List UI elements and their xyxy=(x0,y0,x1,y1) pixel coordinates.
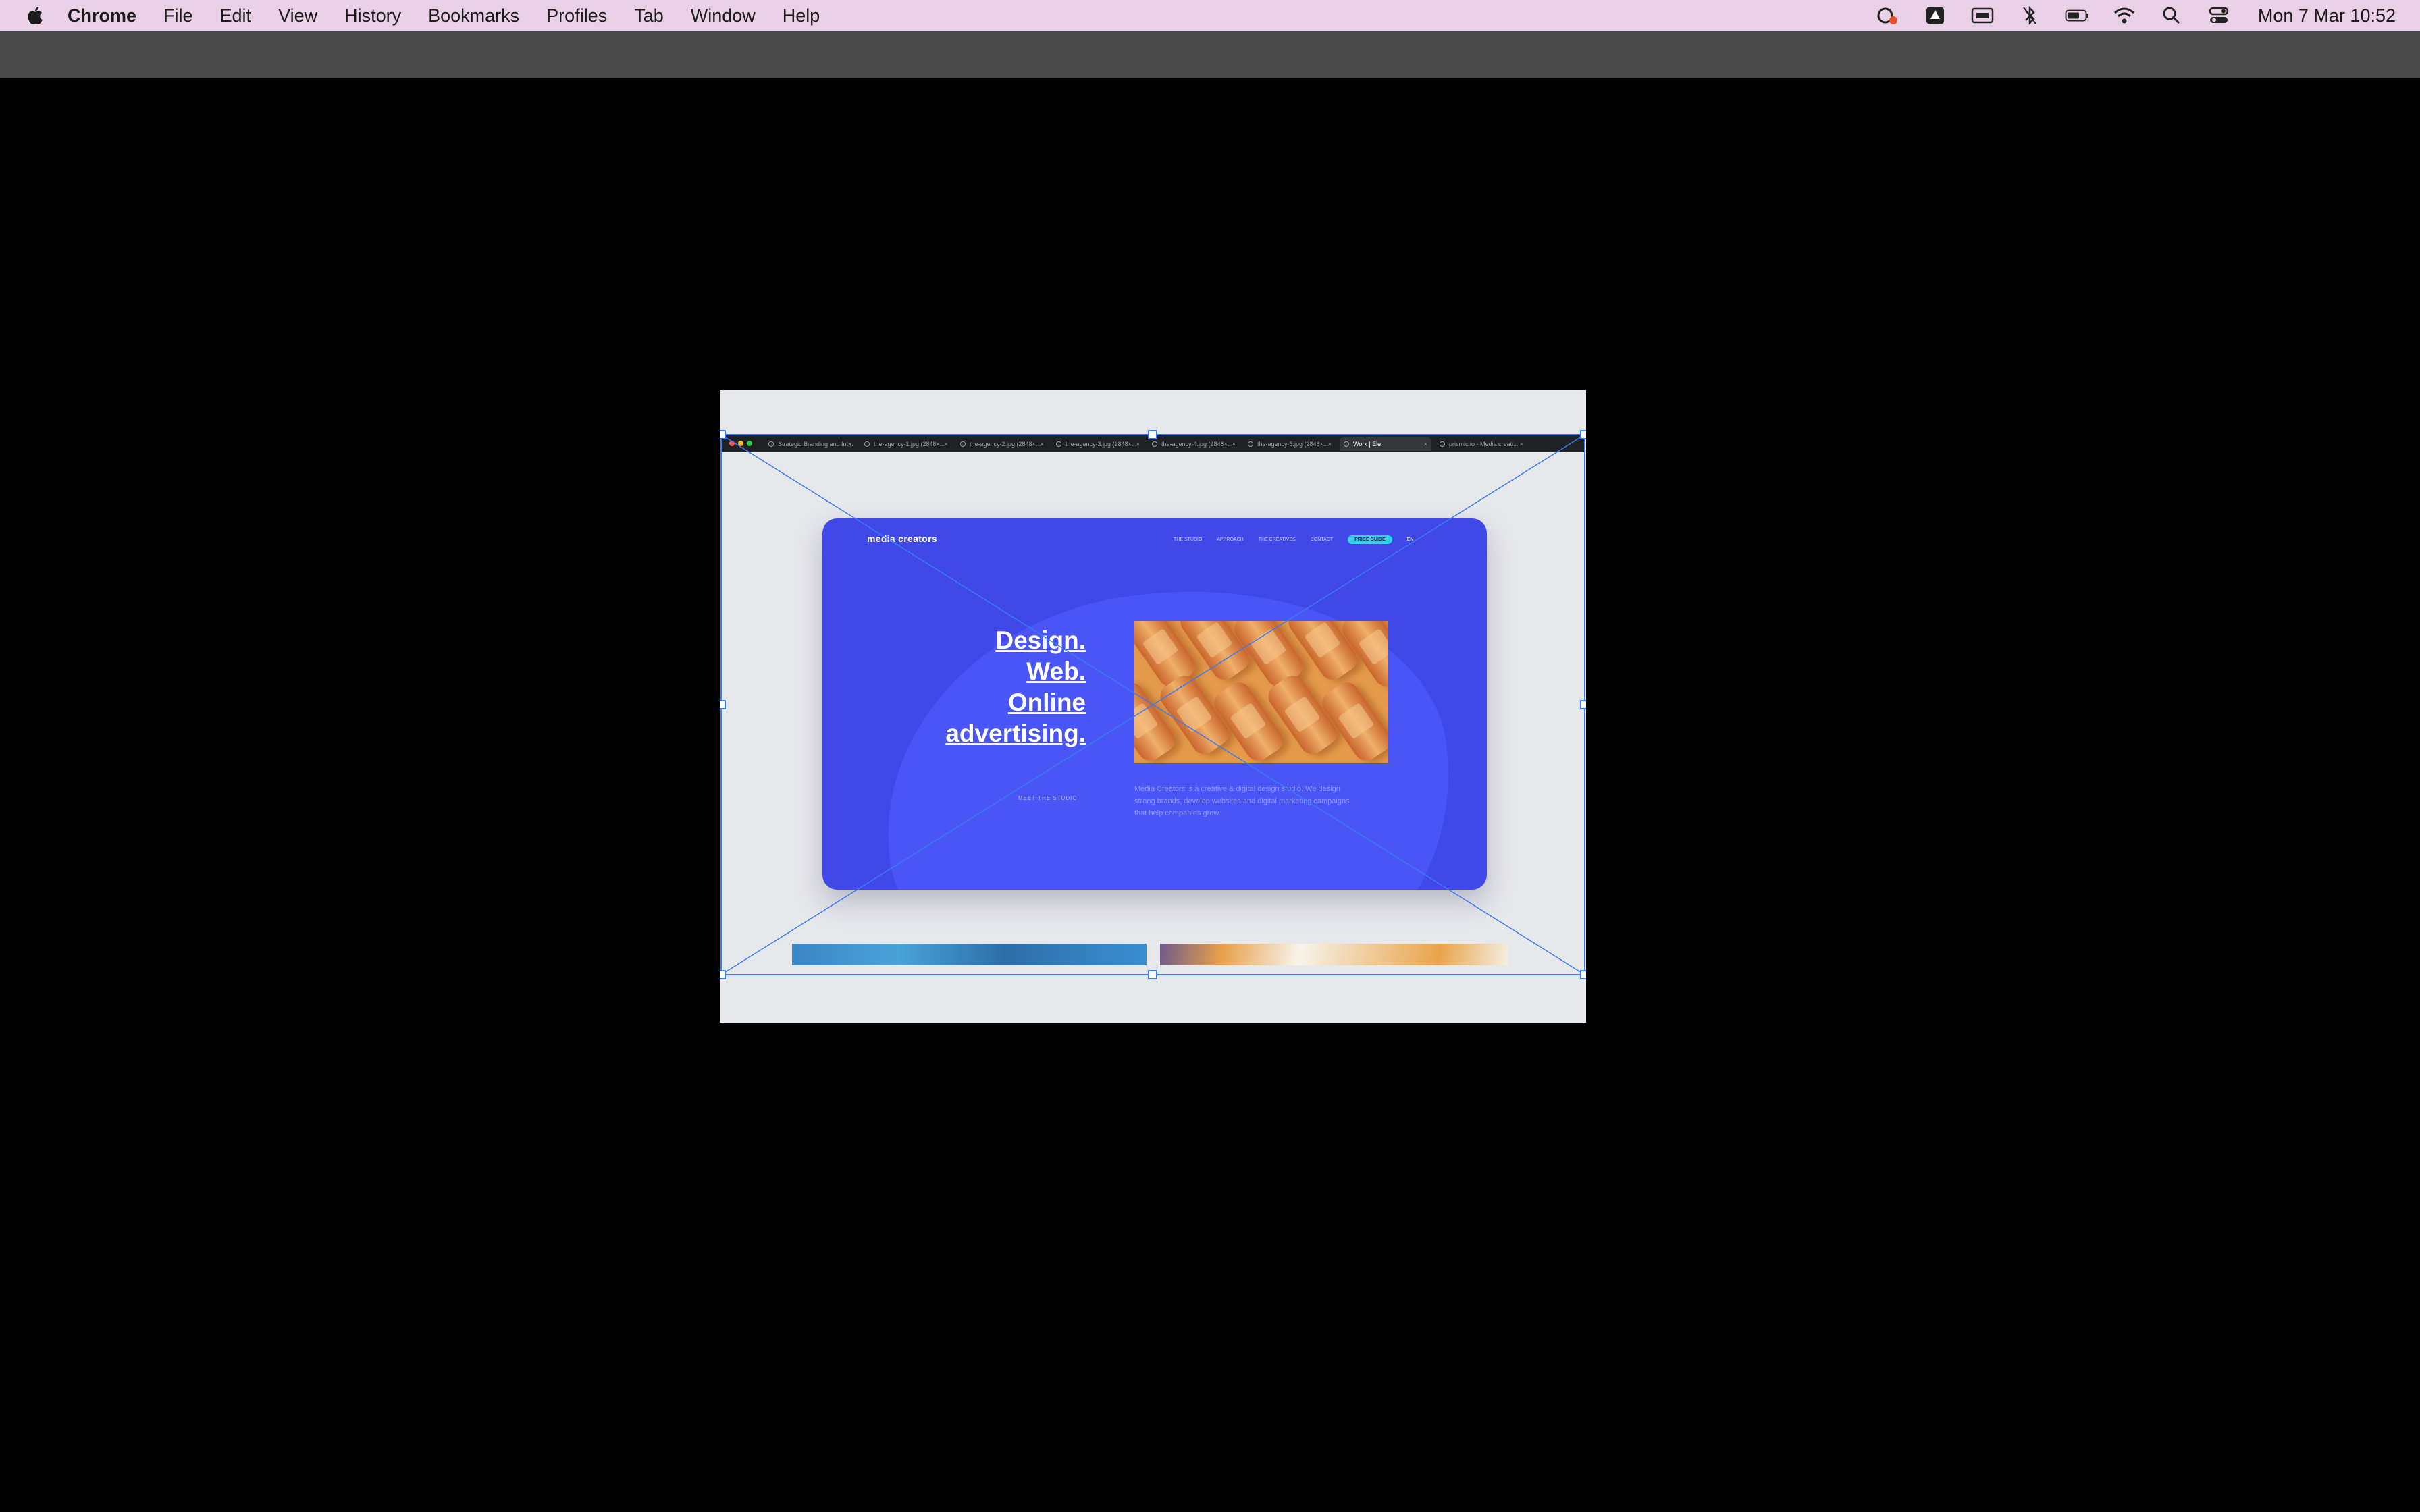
hero-description: Media Creators is a creative & digital d… xyxy=(1134,785,1350,817)
menu-view[interactable]: View xyxy=(278,5,317,26)
embedded-tab: the-agency-5.jpg (2848×... × xyxy=(1244,437,1336,451)
nav-item: THE CREATIVES xyxy=(1258,537,1296,542)
menu-profiles[interactable]: Profiles xyxy=(546,5,607,26)
embedded-screenshot: Strategic Branding and Int... × the-agenc… xyxy=(721,435,1585,975)
menu-file[interactable]: File xyxy=(163,5,193,26)
embedded-tab: prismic.io - Media creati... × xyxy=(1436,437,1527,451)
hero-product-image xyxy=(1134,621,1388,763)
embedded-tab-bar: Strategic Branding and Int... × the-agenc… xyxy=(721,435,1585,452)
site-logo: media creators xyxy=(867,533,937,544)
control-center-icon[interactable] xyxy=(2207,5,2231,26)
hero-headline: Design. Web. Online advertising. xyxy=(903,625,1086,749)
lang-switch: EN xyxy=(1406,537,1414,542)
menu-bar: Chrome File Edit View History Bookmarks … xyxy=(0,0,2420,31)
menu-window[interactable]: Window xyxy=(691,5,756,26)
wifi-icon[interactable] xyxy=(2112,5,2136,26)
menu-clock[interactable]: Mon 7 Mar 10:52 xyxy=(2258,5,2396,26)
window-controls xyxy=(729,441,752,446)
nav-item: APPROACH xyxy=(1217,537,1244,542)
site-nav: THE STUDIO APPROACH THE CREATIVES CONTAC… xyxy=(1174,535,1414,544)
embedded-tab: the-agency-3.jpg (2848×... × xyxy=(1052,437,1144,451)
creative-cloud-icon[interactable] xyxy=(1876,5,1900,26)
display-icon[interactable] xyxy=(1970,5,1995,26)
status-area: Mon 7 Mar 10:52 xyxy=(1876,0,2396,31)
headline-line: Design. xyxy=(995,626,1086,654)
search-icon[interactable] xyxy=(2159,5,2184,26)
nav-cta: PRICE GUIDE xyxy=(1348,535,1392,544)
menu-bookmarks[interactable]: Bookmarks xyxy=(428,5,519,26)
embedded-tab: the-agency-4.jpg (2848×... × xyxy=(1148,437,1240,451)
zoom-dot-icon xyxy=(747,441,752,446)
website-hero-card: media creators THE STUDIO APPROACH THE C… xyxy=(822,518,1487,890)
menu-help[interactable]: Help xyxy=(783,5,820,26)
headline-line: advertising. xyxy=(945,720,1086,747)
meet-link: MEET THE STUDIO xyxy=(1018,795,1078,801)
minimize-dot-icon xyxy=(738,441,743,446)
battery-icon[interactable] xyxy=(2065,5,2089,26)
nav-item: CONTACT xyxy=(1310,537,1334,542)
menu-history[interactable]: History xyxy=(344,5,401,26)
embedded-tab: Strategic Branding and Int... × xyxy=(764,437,856,451)
headline-line: Web. xyxy=(1026,657,1086,685)
embedded-tab: the-agency-1.jpg (2848×... × xyxy=(860,437,952,451)
image-preview[interactable]: Strategic Branding and Int... × the-agenc… xyxy=(720,390,1586,1023)
nav-item: THE STUDIO xyxy=(1174,537,1203,542)
menu-edit[interactable]: Edit xyxy=(220,5,252,26)
browser-toolbar-strip xyxy=(0,31,2420,78)
menu-tab[interactable]: Tab xyxy=(634,5,664,26)
bluetooth-icon[interactable] xyxy=(2018,5,2042,26)
close-dot-icon xyxy=(729,441,735,446)
thumbnail-image xyxy=(1160,944,1508,965)
apple-icon[interactable] xyxy=(24,4,47,27)
menu-app-chrome[interactable]: Chrome xyxy=(68,5,136,26)
thumbnail-image xyxy=(792,944,1147,965)
google-drive-icon[interactable] xyxy=(1923,5,1947,26)
embedded-tab: the-agency-2.jpg (2848×... × xyxy=(956,437,1048,451)
embedded-tab-active: Work | Ele × xyxy=(1340,437,1431,451)
thumbnail-row xyxy=(721,944,1585,965)
headline-line: Online xyxy=(1007,688,1086,716)
